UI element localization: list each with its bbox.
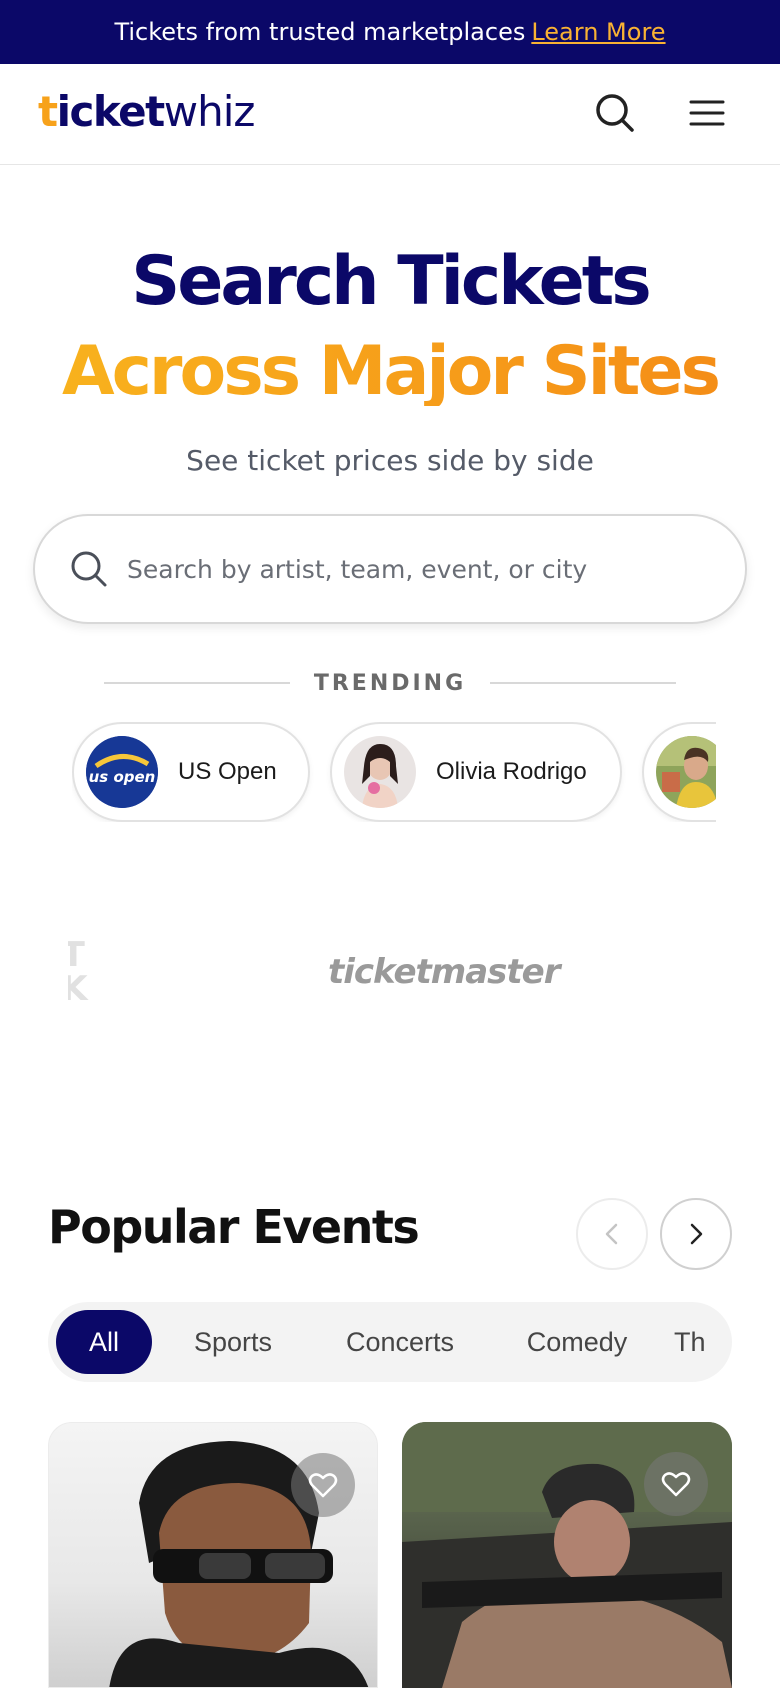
- filter-tab-concerts[interactable]: Concerts: [320, 1310, 480, 1374]
- filter-tab-theater[interactable]: Th: [674, 1310, 732, 1374]
- carousel-next-button[interactable]: [660, 1198, 732, 1270]
- trending-chip-us-open[interactable]: us open US Open: [72, 722, 310, 822]
- filter-tab-all[interactable]: All: [56, 1310, 152, 1374]
- divider: [490, 682, 676, 684]
- person-photo-icon: [344, 736, 416, 808]
- partner-partial-line2: EK: [68, 969, 88, 1008]
- header-search-button[interactable]: [590, 88, 640, 138]
- hero-title-line2: Across Major Sites: [0, 338, 780, 406]
- hero-subtitle: See ticket prices side by side: [186, 444, 594, 477]
- filter-tab-sports[interactable]: Sports: [168, 1310, 298, 1374]
- trending-chip-partial[interactable]: [642, 722, 716, 822]
- search-icon: [596, 94, 634, 132]
- trending-header: TRENDING: [104, 668, 676, 698]
- us-open-logo-icon: us open: [86, 736, 158, 808]
- category-filter-bar: All Sports Concerts Comedy Th: [48, 1302, 732, 1382]
- search-input[interactable]: [127, 554, 717, 584]
- divider: [104, 682, 290, 684]
- olivia-rodrigo-avatar: [344, 736, 416, 808]
- partner-logo-partial: AT EK: [68, 938, 112, 1008]
- trending-chip-label: Olivia Rodrigo: [436, 758, 587, 785]
- search-icon: [71, 551, 107, 587]
- ticketwhiz-logo[interactable]: t icket whiz: [38, 86, 256, 136]
- favorite-button[interactable]: [291, 1453, 355, 1517]
- trending-label: TRENDING: [313, 670, 467, 696]
- us-open-logo-avatar: us open: [86, 736, 158, 808]
- trending-artist-avatar: [656, 736, 716, 808]
- partner-partial-line1: AT: [68, 938, 85, 975]
- hamburger-menu-icon: [689, 100, 725, 126]
- heart-icon: [661, 1472, 691, 1497]
- site-header: t icket whiz: [0, 64, 780, 165]
- learn-more-link[interactable]: Learn More: [531, 18, 665, 46]
- logo-whiz: whiz: [163, 86, 256, 136]
- event-card[interactable]: [48, 1422, 378, 1688]
- popular-events-title: Popular Events: [48, 1200, 420, 1254]
- trending-chip-label: US Open: [178, 758, 277, 785]
- promo-banner: Tickets from trusted marketplaces Learn …: [0, 0, 780, 64]
- carousel-prev-button[interactable]: [576, 1198, 648, 1270]
- person-photo-icon: [656, 736, 716, 808]
- chevron-left-icon: [605, 1223, 618, 1245]
- trending-carousel[interactable]: us open US Open Olivia Rodrigo: [72, 722, 716, 822]
- event-card[interactable]: [402, 1422, 732, 1688]
- promo-text: Tickets from trusted marketplaces: [114, 18, 526, 46]
- chevron-right-icon: [690, 1223, 703, 1245]
- favorite-button[interactable]: [644, 1452, 708, 1516]
- us-open-logo-text: us open: [89, 768, 156, 786]
- trending-chip-olivia-rodrigo[interactable]: Olivia Rodrigo: [330, 722, 622, 822]
- ticketmaster-logo: ticketmaster: [328, 952, 560, 992]
- logo-t: t: [38, 86, 58, 136]
- hero-title-line1: Search Tickets: [131, 242, 651, 321]
- logo-icket: icket: [56, 86, 166, 136]
- event-search-box[interactable]: [33, 514, 747, 624]
- filter-tab-comedy[interactable]: Comedy: [500, 1310, 654, 1374]
- hamburger-menu-button[interactable]: [682, 88, 732, 138]
- heart-icon: [308, 1473, 338, 1498]
